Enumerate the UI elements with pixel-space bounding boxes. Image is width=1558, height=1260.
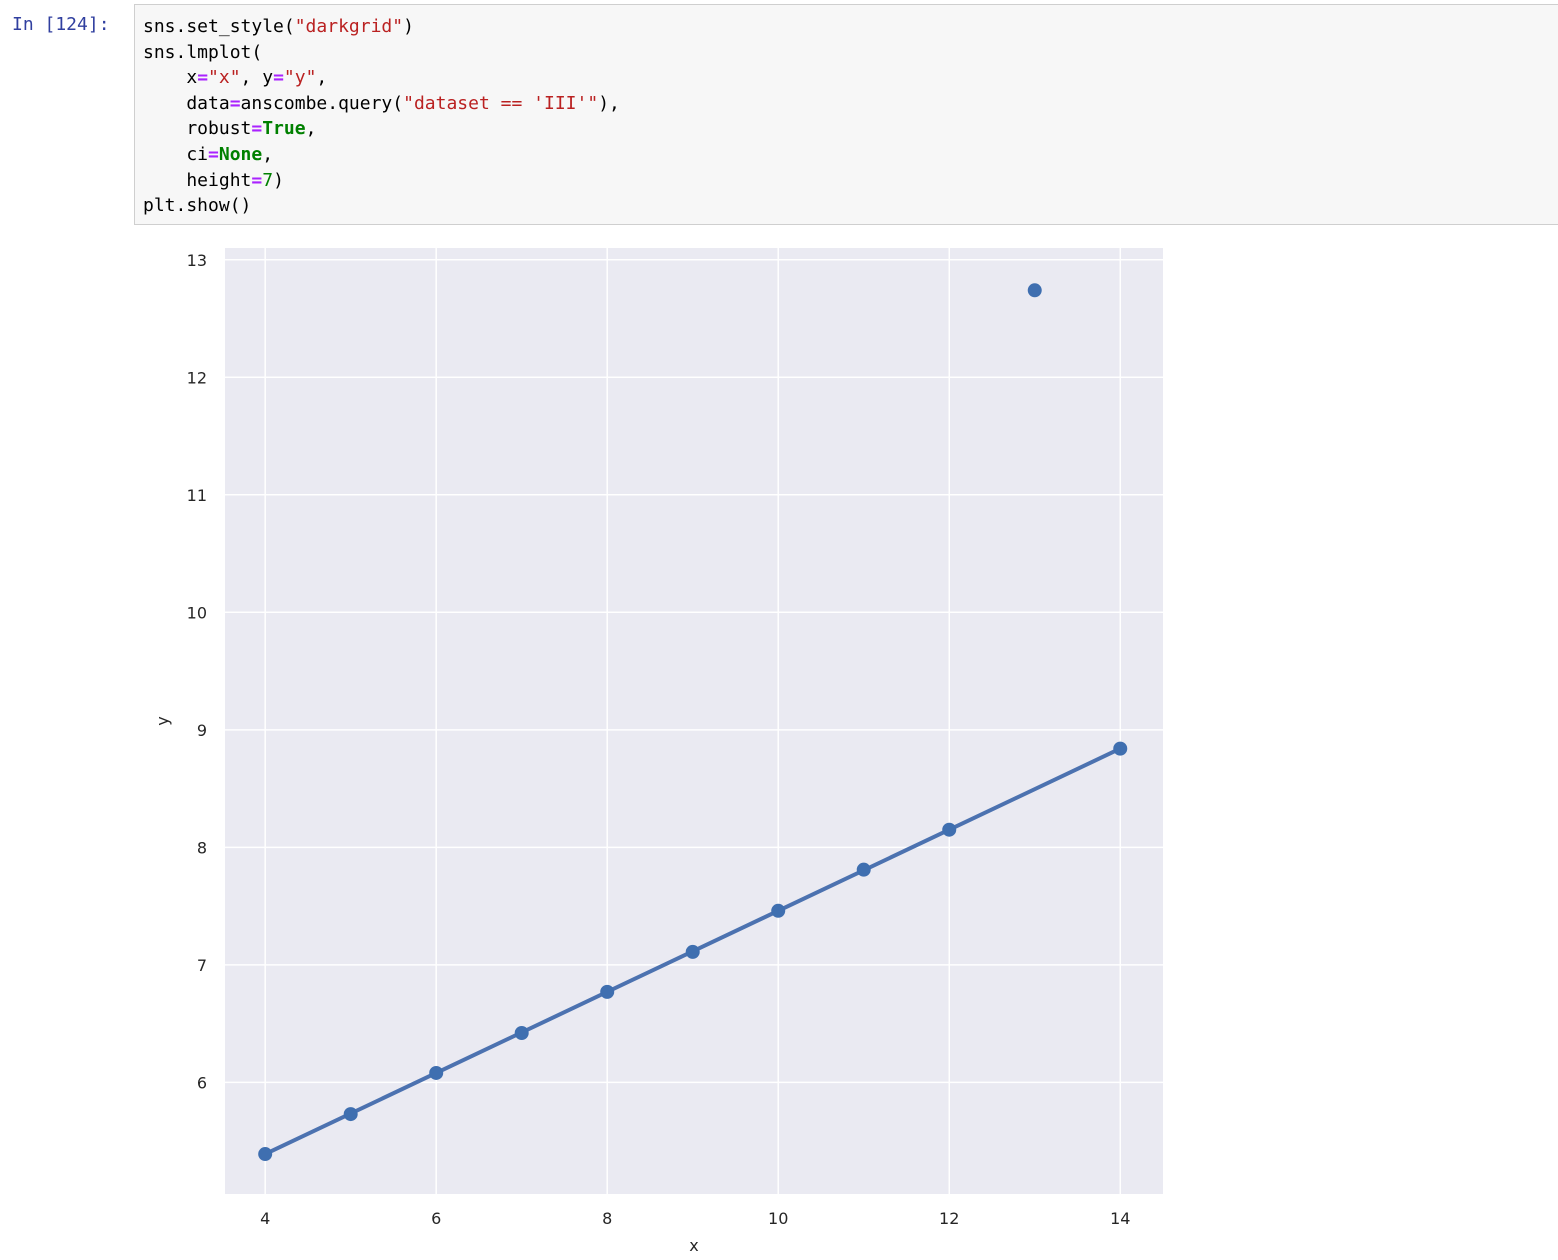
code-token: height xyxy=(143,169,252,191)
data-point xyxy=(685,944,700,959)
code-line: x="x", y="y", xyxy=(143,65,620,91)
data-point xyxy=(258,1147,273,1162)
code-token: 7 xyxy=(262,169,274,191)
x-tick-label: 6 xyxy=(431,1209,441,1228)
code-token: "darkgrid" xyxy=(294,16,404,37)
code-token: ) xyxy=(403,16,414,37)
data-point xyxy=(856,862,871,877)
code-token: "y" xyxy=(283,67,317,89)
code-token: = xyxy=(273,67,284,89)
code-token: , xyxy=(316,67,328,89)
plot-area xyxy=(225,248,1163,1194)
code-token: = xyxy=(251,118,263,140)
code-token: , xyxy=(305,118,317,140)
y-tick-label: 12 xyxy=(187,368,207,387)
y-tick-label: 6 xyxy=(197,1073,207,1092)
y-tick-label: 7 xyxy=(197,956,207,975)
x-tick-label: 10 xyxy=(768,1209,788,1228)
x-tick-label: 4 xyxy=(260,1209,270,1228)
data-point xyxy=(343,1107,358,1122)
code-line: robust=True, xyxy=(143,116,620,142)
y-tick-label: 11 xyxy=(187,486,207,505)
code-token: , y xyxy=(240,67,274,89)
code-token: anscombe.query( xyxy=(240,92,404,114)
code-token: ci xyxy=(143,143,209,165)
code-token: None xyxy=(218,143,263,165)
code-line: plt.show() xyxy=(143,193,620,219)
code-token: sns.set_style( xyxy=(143,16,295,37)
code-editor[interactable]: sns.set_style("darkgrid") sns.lmplot( x="… xyxy=(143,14,620,219)
x-axis-label: x xyxy=(689,1236,698,1255)
x-tick-label: 14 xyxy=(1110,1209,1130,1228)
code-token: = xyxy=(229,92,241,114)
code-token: ) xyxy=(273,169,284,191)
data-point xyxy=(1113,741,1128,756)
code-token: = xyxy=(208,143,219,165)
cell-output: 4 6 8 10 12 14 6 7 8 9 10 11 12 13 x y xyxy=(134,232,1234,1260)
data-point xyxy=(1027,283,1042,298)
cell-prompt: In [124]: xyxy=(12,14,110,35)
code-token: , xyxy=(262,143,274,165)
x-tick-label: 12 xyxy=(939,1209,959,1228)
code-token: ), xyxy=(598,92,620,114)
code-line: height=7) xyxy=(143,168,620,194)
lmplot-chart: 4 6 8 10 12 14 6 7 8 9 10 11 12 13 x y xyxy=(153,248,1163,1255)
code-token: = xyxy=(197,67,209,89)
y-tick-label: 8 xyxy=(197,838,207,857)
code-token: "x" xyxy=(208,67,241,89)
code-line: data=anscombe.query("dataset == 'III'"), xyxy=(143,91,620,117)
code-token: sns.lmplot( xyxy=(143,41,263,63)
data-point xyxy=(429,1065,444,1080)
data-point xyxy=(514,1026,529,1041)
y-tick-label: 9 xyxy=(197,721,207,740)
code-token: x xyxy=(143,67,198,89)
x-tick-label: 8 xyxy=(602,1209,612,1228)
code-token: robust xyxy=(143,118,252,140)
data-point xyxy=(600,984,615,999)
y-tick-label: 13 xyxy=(187,251,207,270)
code-line: ci=None, xyxy=(143,142,620,168)
data-point xyxy=(942,822,957,837)
code-line: sns.lmplot( xyxy=(143,40,620,66)
y-tick-label: 10 xyxy=(187,603,207,622)
code-token: True xyxy=(262,118,306,140)
code-token: = xyxy=(251,169,263,191)
code-line: sns.set_style("darkgrid") xyxy=(143,14,620,40)
code-token: plt.show() xyxy=(143,195,252,217)
code-cell-input[interactable]: sns.set_style("darkgrid") sns.lmplot( x="… xyxy=(134,4,1558,225)
data-point xyxy=(771,903,786,918)
code-token: data xyxy=(143,92,230,114)
code-token: "dataset == 'III'" xyxy=(403,92,599,114)
y-axis-label: y xyxy=(153,716,172,725)
